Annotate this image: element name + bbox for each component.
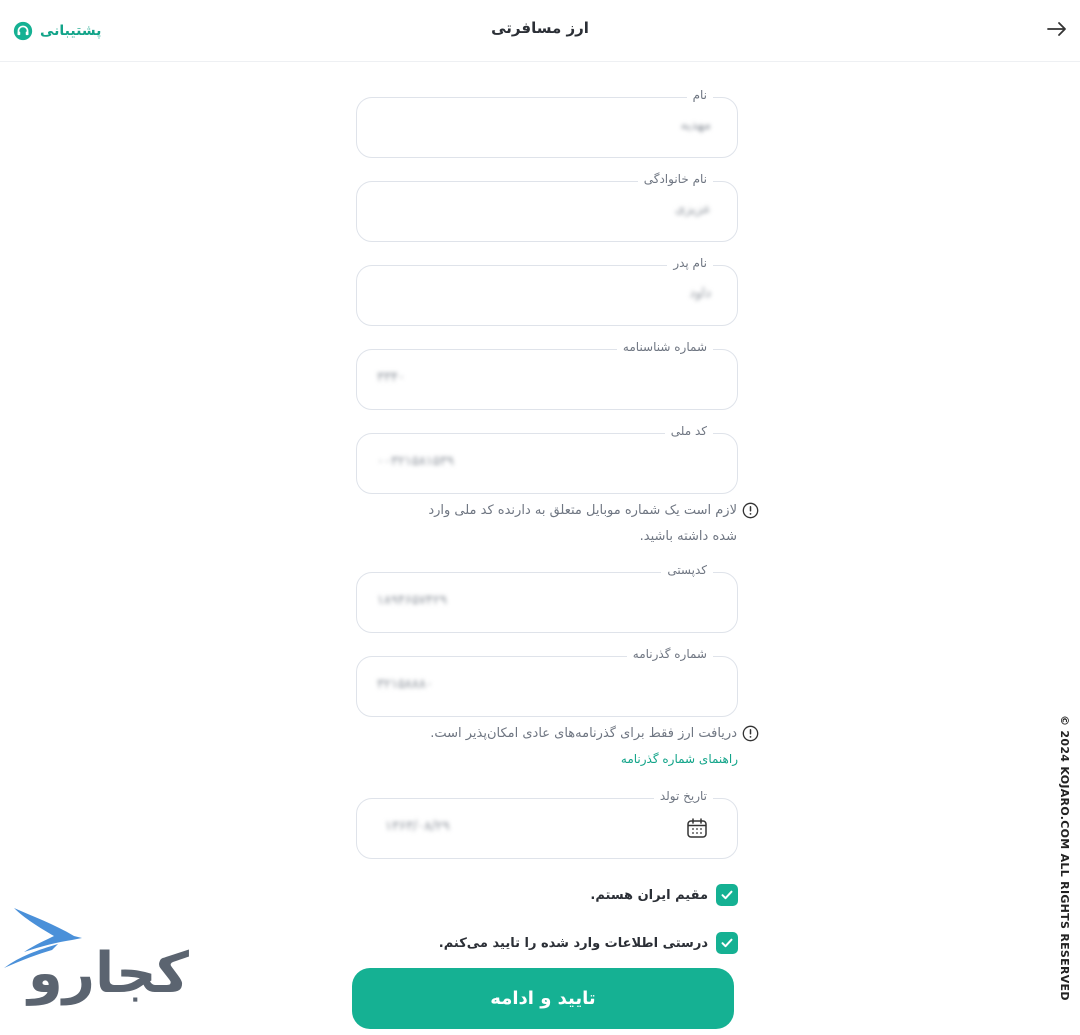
passport-note: دریافت ارز فقط برای گذرنامه‌های عادی امک… [357, 721, 759, 747]
confirm-checkbox-label: درستی اطلاعات وارد شده را تایید می‌کنم. [438, 935, 708, 951]
birth-date-label: تاریخ تولد [653, 789, 713, 803]
id-number-value: ۳۳۴۰ [377, 370, 405, 385]
info-icon [742, 502, 759, 519]
birth-date-field[interactable]: تاریخ تولد ۱۳۶۳/۰۸/۲۹ [356, 789, 738, 859]
passport-note-text: دریافت ارز فقط برای گذرنامه‌های عادی امک… [430, 726, 737, 741]
first-name-value: مهدیه [680, 118, 711, 133]
submit-button[interactable]: تایید و ادامه [352, 968, 734, 1029]
info-icon [742, 725, 759, 742]
national-code-value: ۰۰۳۲۱۵۸۱۵۳۹ [377, 454, 454, 469]
checkbox-checked-icon[interactable] [716, 932, 738, 954]
father-name-label: نام پدر [667, 256, 713, 270]
resident-checkbox[interactable]: مقیم ایران هستم. [590, 884, 738, 906]
last-name-label: نام خانوادگی [637, 172, 713, 186]
passport-guide-link[interactable]: راهنمای شماره گذرنامه [621, 752, 738, 766]
national-code-note: لازم است یک شماره موبایل متعلق به دارنده… [357, 498, 759, 550]
passport-field[interactable]: شماره گذرنامه ۳۲۱۵۸۸۸۰ [356, 647, 738, 717]
app-header: پشتیبانی ارز مسافرتی [0, 0, 1080, 62]
passport-value: ۳۲۱۵۸۸۸۰ [377, 677, 433, 692]
national-code-label: کد ملی [664, 424, 713, 438]
postal-code-label: کدپستی [661, 563, 713, 577]
postal-code-field[interactable]: کدپستی ۱۸۹۴۶۵۷۴۲۹ [356, 563, 738, 633]
arrow-right-icon [1047, 22, 1066, 36]
first-name-label: نام [686, 88, 713, 102]
national-code-note-line1: لازم است یک شماره موبایل متعلق به دارنده… [428, 503, 737, 518]
copyright: © 2024 KOJARO.COM ALL RIGHTS RESERVED [1057, 715, 1077, 1015]
resident-checkbox-label: مقیم ایران هستم. [590, 887, 708, 903]
father-name-value: داود [689, 286, 711, 301]
page-title: ارز مسافرتی [491, 19, 589, 37]
last-name-field[interactable]: نام خانوادگی عزیزی [356, 172, 738, 242]
checkbox-checked-icon[interactable] [716, 884, 738, 906]
back-button[interactable] [1044, 18, 1070, 44]
copyright-text: © 2024 KOJARO.COM ALL RIGHTS RESERVED [1058, 715, 1071, 1001]
birth-date-value: ۱۳۶۳/۰۸/۲۹ [385, 819, 450, 834]
national-code-note-line2: شده داشته باشید. [639, 529, 737, 544]
id-number-field[interactable]: شماره شناسنامه ۳۳۴۰ [356, 340, 738, 410]
logo-wordmark: کجارو [28, 941, 189, 1006]
father-name-field[interactable]: نام پدر داود [356, 256, 738, 326]
passport-label: شماره گذرنامه [626, 647, 713, 661]
last-name-value: عزیزی [675, 202, 711, 217]
national-code-field[interactable]: کد ملی ۰۰۳۲۱۵۸۱۵۳۹ [356, 424, 738, 494]
id-number-label: شماره شناسنامه [616, 340, 713, 354]
kojaro-logo: کجارو [2, 906, 198, 1010]
postal-code-value: ۱۸۹۴۶۵۷۴۲۹ [377, 593, 447, 608]
confirm-checkbox[interactable]: درستی اطلاعات وارد شده را تایید می‌کنم. [439, 932, 738, 954]
first-name-field[interactable]: نام مهدیه [356, 88, 738, 158]
calendar-icon[interactable] [685, 816, 709, 840]
